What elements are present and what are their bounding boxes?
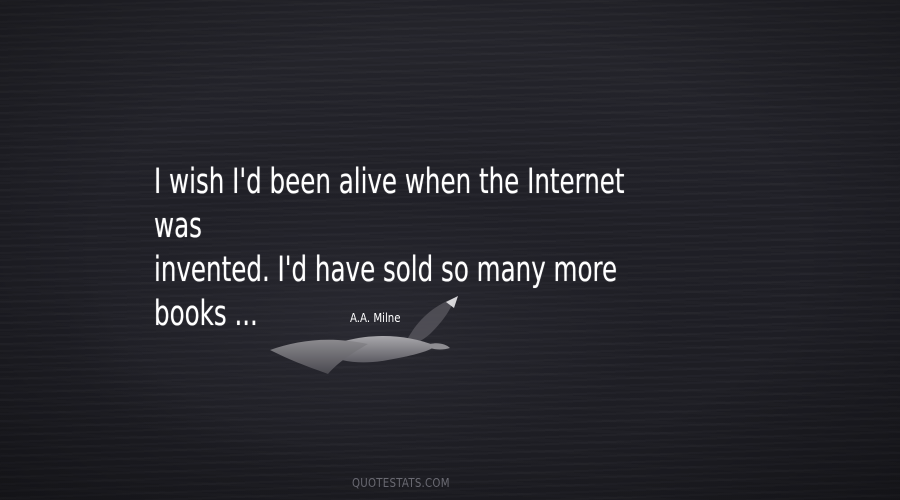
quote-text: I wish I'd been alive when the Internet … [154, 162, 625, 334]
quote-image: I wish I'd been alive when the Internet … [0, 0, 900, 500]
quote-author: A.A. Milne [350, 311, 401, 325]
seagull-head [430, 343, 450, 350]
site-watermark: QUOTESTATS.COM [352, 476, 450, 490]
